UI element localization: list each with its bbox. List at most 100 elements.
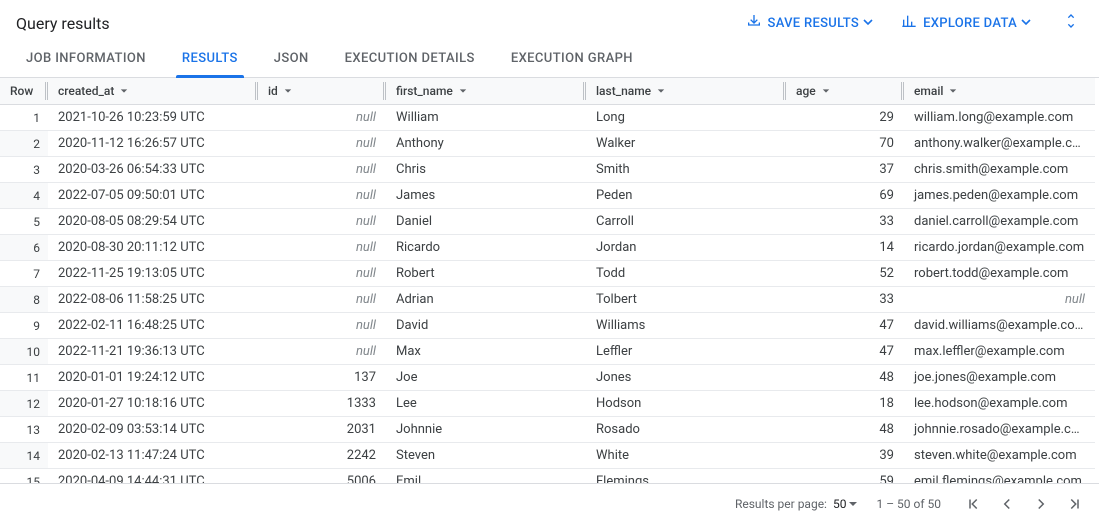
table-cell: null xyxy=(904,287,1095,313)
table-cell: 2022-02-11 16:48:25 UTC xyxy=(48,313,258,339)
table-cell: 1333 xyxy=(258,391,386,417)
table-cell: ricardo.jordan@example.com xyxy=(904,235,1095,261)
table-cell: 18 xyxy=(786,391,904,417)
table-row: 82022-08-06 11:58:25 UTCnullAdrianTolber… xyxy=(0,287,1095,313)
table-cell: robert.todd@example.com xyxy=(904,261,1095,287)
table-cell: Rosado xyxy=(586,417,786,443)
table-row: 92022-02-11 16:48:25 UTCnullDavidWilliam… xyxy=(0,313,1095,339)
table-cell: James xyxy=(386,183,586,209)
table-cell: null xyxy=(258,261,386,287)
save-icon xyxy=(746,13,762,33)
col-created-at[interactable]: created_at xyxy=(48,78,258,105)
table-cell: null xyxy=(258,313,386,339)
table-cell: Long xyxy=(586,105,786,131)
table-cell: 2021-10-26 10:23:59 UTC xyxy=(48,105,258,131)
table-cell: 2020-02-13 11:47:24 UTC xyxy=(48,443,258,469)
table-cell: White xyxy=(586,443,786,469)
per-page-label: Results per page: xyxy=(735,497,827,511)
col-email[interactable]: email xyxy=(904,78,1095,105)
col-age[interactable]: age xyxy=(786,78,904,105)
sort-icon xyxy=(459,87,467,95)
table-cell: Carroll xyxy=(586,209,786,235)
sort-icon xyxy=(284,87,292,95)
table-cell: joe.jones@example.com xyxy=(904,365,1095,391)
table-cell: 7 xyxy=(0,261,48,287)
save-results-label: SAVE RESULTS xyxy=(768,16,860,31)
table-row: 112020-01-01 19:24:12 UTC137JoeJones48jo… xyxy=(0,365,1095,391)
table-cell: 13 xyxy=(0,417,48,443)
table-cell: 1 xyxy=(0,105,48,131)
sort-icon xyxy=(822,87,830,95)
table-row: 32020-03-26 06:54:33 UTCnullChrisSmith37… xyxy=(0,157,1095,183)
tab-job-information[interactable]: JOB INFORMATION xyxy=(8,40,164,78)
table-cell: 3 xyxy=(0,157,48,183)
table-cell: 2020-02-09 03:53:14 UTC xyxy=(48,417,258,443)
table-cell: Jordan xyxy=(586,235,786,261)
table-cell: Hodson xyxy=(586,391,786,417)
table-cell: 2020-01-27 10:18:16 UTC xyxy=(48,391,258,417)
table-cell: Chris xyxy=(386,157,586,183)
table-cell: 39 xyxy=(786,443,904,469)
table-cell: null xyxy=(258,339,386,365)
table-cell: david.williams@example.com xyxy=(904,313,1095,339)
table-cell: null xyxy=(258,183,386,209)
per-page-select[interactable]: 50 xyxy=(833,497,859,511)
table-cell: 6 xyxy=(0,235,48,261)
last-page-button[interactable] xyxy=(1061,490,1089,518)
explore-data-button[interactable]: EXPLORE DATA xyxy=(901,13,1031,33)
col-last-name[interactable]: last_name xyxy=(586,78,786,105)
table-row: 72022-11-25 19:13:05 UTCnullRobertTodd52… xyxy=(0,261,1095,287)
table-cell: Adrian xyxy=(386,287,586,313)
table-cell: 11 xyxy=(0,365,48,391)
table-cell: 2020-01-01 19:24:12 UTC xyxy=(48,365,258,391)
col-id[interactable]: id xyxy=(258,78,386,105)
table-cell: null xyxy=(258,131,386,157)
table-cell: 137 xyxy=(258,365,386,391)
sort-icon xyxy=(949,87,957,95)
caret-down-icon xyxy=(1023,16,1031,31)
next-page-button[interactable] xyxy=(1027,490,1055,518)
table-cell: 2031 xyxy=(258,417,386,443)
table-cell: 12 xyxy=(0,391,48,417)
table-cell: anthony.walker@example.com xyxy=(904,131,1095,157)
table-cell: 48 xyxy=(786,365,904,391)
tab-execution-graph[interactable]: EXECUTION GRAPH xyxy=(493,40,651,78)
table-cell: 2020-03-26 06:54:33 UTC xyxy=(48,157,258,183)
chart-icon xyxy=(901,13,917,33)
table-cell: Williams xyxy=(586,313,786,339)
table-row: 52020-08-05 08:29:54 UTCnullDanielCarrol… xyxy=(0,209,1095,235)
table-cell: 37 xyxy=(786,157,904,183)
table-cell: 29 xyxy=(786,105,904,131)
first-page-button[interactable] xyxy=(959,490,987,518)
col-first-name[interactable]: first_name xyxy=(386,78,586,105)
col-row[interactable]: Row xyxy=(0,78,48,105)
table-cell: 2020-08-05 08:29:54 UTC xyxy=(48,209,258,235)
tab-results[interactable]: RESULTS xyxy=(164,40,256,78)
caret-down-icon xyxy=(865,16,873,31)
table-row: 62020-08-30 20:11:12 UTCnullRicardoJorda… xyxy=(0,235,1095,261)
table-cell: 5 xyxy=(0,209,48,235)
table-cell: 2022-11-21 19:36:13 UTC xyxy=(48,339,258,365)
table-cell: 2 xyxy=(0,131,48,157)
table-cell: 9 xyxy=(0,313,48,339)
expand-collapse-button[interactable] xyxy=(1059,9,1083,37)
save-results-button[interactable]: SAVE RESULTS xyxy=(746,13,874,33)
table-cell: Ricardo xyxy=(386,235,586,261)
table-cell: 69 xyxy=(786,183,904,209)
explore-data-label: EXPLORE DATA xyxy=(923,16,1017,31)
table-cell: Robert xyxy=(386,261,586,287)
table-cell: 4 xyxy=(0,183,48,209)
table-cell: lee.hodson@example.com xyxy=(904,391,1095,417)
table-cell: 14 xyxy=(786,235,904,261)
table-cell: 2020-08-30 20:11:12 UTC xyxy=(48,235,258,261)
table-cell: Max xyxy=(386,339,586,365)
table-cell: Steven xyxy=(386,443,586,469)
table-cell: 2022-07-05 09:50:01 UTC xyxy=(48,183,258,209)
table-cell: William xyxy=(386,105,586,131)
page-title: Query results xyxy=(16,14,110,33)
prev-page-button[interactable] xyxy=(993,490,1021,518)
tab-json[interactable]: JSON xyxy=(256,40,327,78)
tab-execution-details[interactable]: EXECUTION DETAILS xyxy=(327,40,493,78)
table-cell: Todd xyxy=(586,261,786,287)
table-cell: Johnnie xyxy=(386,417,586,443)
